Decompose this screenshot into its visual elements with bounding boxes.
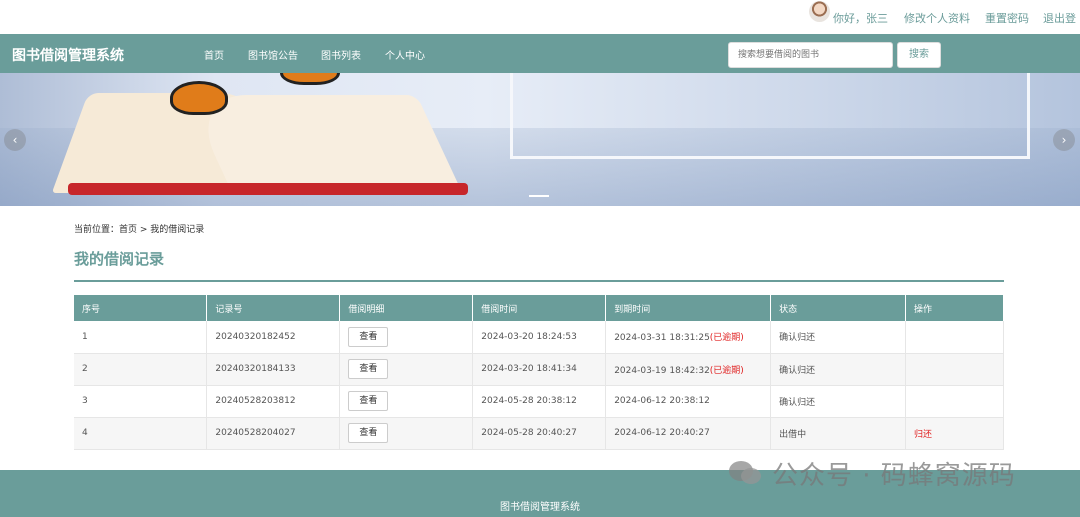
wechat-icon [729,461,761,484]
book-page-right [186,95,464,195]
borrow-records-table: 序号 记录号 借阅明细 借阅时间 到期时间 状态 操作 1 2024032018… [74,295,1004,450]
banner-carousel: ‹ › [0,73,1080,206]
cell-due-time: 2024-06-12 20:40:27 [605,417,772,450]
column-header-detail: 借阅明细 [339,295,474,321]
cell-action [905,353,1004,386]
site-brand[interactable]: 图书借阅管理系统 [12,45,124,65]
breadcrumb-current: 我的借阅记录 [150,225,205,235]
title-divider [74,280,1004,282]
cell-record-no: 20240320184133 [206,353,341,386]
banner-frame [510,73,1030,159]
search-button[interactable]: 搜索 [897,42,941,68]
main-nav: 图书借阅管理系统 首页 图书馆公告 图书列表 个人中心 搜索 [0,34,1080,73]
cell-record-no: 20240528203812 [206,385,341,418]
search-input[interactable] [728,42,893,68]
avatar[interactable] [809,1,830,22]
cell-borrow-time: 2024-05-28 20:40:27 [472,417,607,450]
butterfly-image [280,73,340,85]
page-title: 我的借阅记录 [74,250,165,268]
cell-index: 4 [74,417,208,450]
column-header-due-time: 到期时间 [605,295,772,321]
edit-profile-link[interactable]: 修改个人资料 [904,10,970,26]
cell-borrow-time: 2024-05-28 20:38:12 [472,385,607,418]
breadcrumb-prefix: 当前位置： [74,225,120,235]
nav-item-announcements[interactable]: 图书馆公告 [248,47,298,62]
book-cover [68,183,468,195]
cell-detail: 查看 [339,321,474,354]
cell-status: 出借中 [770,417,907,450]
due-time-text: 2024-03-31 18:31:25 [614,333,710,344]
logout-link[interactable]: 退出登 [1043,10,1076,26]
table-header-row: 序号 记录号 借阅明细 借阅时间 到期时间 状态 操作 [74,295,1004,321]
carousel-indicator[interactable] [529,195,549,197]
view-detail-button[interactable]: 查看 [348,423,389,443]
due-time-text: 2024-03-19 18:42:32 [614,365,710,376]
cell-action: 归还 [905,417,1004,450]
cell-due-time: 2024-03-31 18:31:25(已逾期) [605,321,772,354]
carousel-next-button[interactable]: › [1053,129,1075,151]
reset-password-link[interactable]: 重置密码 [985,10,1029,26]
cell-due-time: 2024-03-19 18:42:32(已逾期) [605,353,772,386]
watermark-text: 公众号 · 码蜂窝源码 [772,461,1016,491]
cell-detail: 查看 [339,385,474,418]
table-row: 4 20240528204027 查看 2024-05-28 20:40:27 … [74,417,1004,450]
cell-index: 3 [74,385,208,418]
column-header-action: 操作 [905,295,1004,321]
cell-record-no: 20240320182452 [206,321,341,354]
butterfly-image [170,81,228,115]
cell-detail: 查看 [339,417,474,450]
carousel-prev-button[interactable]: ‹ [4,129,26,151]
cell-record-no: 20240528204027 [206,417,341,450]
cell-due-time: 2024-06-12 20:38:12 [605,385,772,418]
due-time-text: 2024-06-12 20:38:12 [614,396,710,406]
cell-detail: 查看 [339,353,474,386]
nav-item-book-list[interactable]: 图书列表 [321,47,361,62]
column-header-record-no: 记录号 [206,295,341,321]
table-row: 3 20240528203812 查看 2024-05-28 20:38:12 … [74,385,1004,418]
breadcrumb: 当前位置：首页 > 我的借阅记录 [74,222,204,235]
column-header-status: 状态 [770,295,907,321]
cell-action [905,385,1004,418]
column-header-borrow-time: 借阅时间 [472,295,607,321]
table-row: 2 20240320184133 查看 2024-03-20 18:41:34 … [74,353,1004,386]
user-bar: 你好，张三 修改个人资料 重置密码 退出登 [0,0,1080,34]
cell-index: 1 [74,321,208,354]
view-detail-button[interactable]: 查看 [348,359,389,379]
column-header-index: 序号 [74,295,208,321]
cell-status: 确认归还 [770,353,907,386]
cell-index: 2 [74,353,208,386]
footer-text: 图书借阅管理系统 [500,502,580,513]
cell-borrow-time: 2024-03-20 18:41:34 [472,353,607,386]
return-link[interactable]: 归还 [914,430,932,440]
due-time-text: 2024-06-12 20:40:27 [614,428,710,438]
view-detail-button[interactable]: 查看 [348,326,389,347]
breadcrumb-home[interactable]: 首页 [119,225,137,235]
cell-status: 确认归还 [770,321,907,354]
greeting-text: 你好，张三 [833,12,888,25]
table-row: 1 20240320182452 查看 2024-03-20 18:24:53 … [74,321,1004,354]
overdue-tag: (已逾期) [709,365,744,376]
breadcrumb-separator: > [137,225,151,235]
cell-status: 确认归还 [770,385,907,418]
nav-item-personal-center[interactable]: 个人中心 [385,47,425,62]
view-detail-button[interactable]: 查看 [348,391,389,411]
nav-item-home[interactable]: 首页 [204,47,224,62]
cell-borrow-time: 2024-03-20 18:24:53 [472,321,607,354]
cell-action [905,321,1004,354]
overdue-tag: (已逾期) [709,333,744,344]
